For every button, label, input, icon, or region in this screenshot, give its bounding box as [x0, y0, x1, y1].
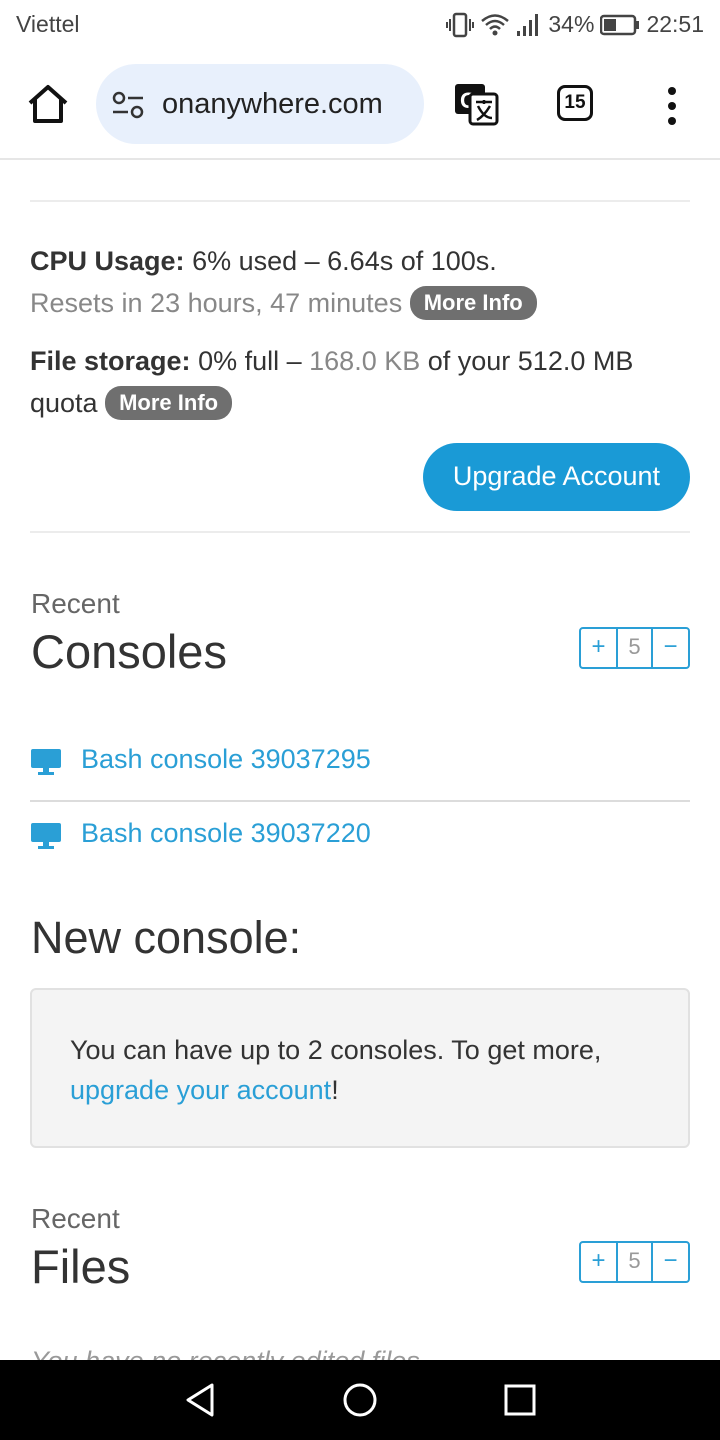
console-limit-text: You can have up to 2 consoles. To get mo…: [70, 1030, 670, 1110]
monitor-icon: [31, 823, 61, 849]
address-bar[interactable]: onanywhere.com: [96, 64, 424, 144]
files-recent-label: Recent: [31, 1203, 120, 1234]
console-limit-message: You can have up to 2 consoles. To get mo…: [70, 1035, 602, 1065]
console-link[interactable]: Bash console 39037220: [81, 818, 371, 849]
divider: [30, 531, 690, 533]
site-settings-icon[interactable]: [112, 90, 144, 120]
status-bar: Viettel 34% 22:51: [0, 0, 720, 50]
consoles-count-stepper: + 5 −: [579, 627, 690, 669]
wifi-icon: [481, 13, 510, 35]
storage-total: of your 512.0 MB: [427, 346, 634, 376]
consoles-increase-button[interactable]: +: [581, 629, 616, 667]
storage-line: File storage: 0% full – 168.0 KB of your…: [30, 346, 633, 377]
tab-switcher-button[interactable]: 15: [557, 85, 593, 121]
divider: [30, 200, 690, 202]
storage-label: File storage:: [30, 346, 191, 376]
upgrade-account-button[interactable]: Upgrade Account: [423, 443, 690, 511]
new-console-heading: New console:: [31, 912, 302, 963]
cpu-reset-text: Resets in 23 hours, 47 minutes: [30, 288, 403, 318]
url-text: onanywhere.com: [162, 88, 383, 120]
status-icons: 34% 22:51: [446, 11, 704, 38]
back-icon[interactable]: [182, 1382, 218, 1418]
battery-icon: [600, 14, 640, 35]
files-decrease-button[interactable]: −: [653, 1243, 688, 1281]
battery-percent: 34%: [548, 11, 595, 37]
consoles-recent-label: Recent: [31, 588, 120, 619]
consoles-decrease-button[interactable]: −: [653, 629, 688, 667]
files-increase-button[interactable]: +: [581, 1243, 616, 1281]
page-content: CPU Usage: 6% used – 6.64s of 100s. Rese…: [0, 162, 720, 1360]
monitor-icon: [31, 749, 61, 775]
console-link[interactable]: Bash console 39037295: [81, 744, 371, 775]
consoles-title: Consoles: [31, 625, 227, 678]
storage-quota-word: quota: [30, 388, 98, 418]
cpu-usage-label: CPU Usage:: [30, 246, 185, 276]
console-list-item[interactable]: Bash console 39037220: [30, 808, 690, 868]
home-icon[interactable]: [26, 82, 70, 126]
files-count-stepper: + 5 −: [579, 1241, 690, 1283]
carrier-name: Viettel: [16, 11, 80, 37]
browser-toolbar: onanywhere.com G 15: [0, 50, 720, 160]
files-count-value: 5: [616, 1243, 653, 1281]
cpu-usage-line: CPU Usage: 6% used – 6.64s of 100s.: [30, 246, 497, 277]
cpu-usage-value: 6% used – 6.64s of 100s.: [192, 246, 497, 276]
home-nav-icon[interactable]: [342, 1382, 378, 1418]
vibrate-icon: [446, 12, 475, 37]
storage-more-info-button[interactable]: More Info: [105, 386, 233, 420]
signal-icon: [517, 13, 539, 36]
no-recent-files-text: You have no recently edited files.: [31, 1346, 427, 1360]
clock: 22:51: [646, 11, 704, 37]
console-limit-notice: You can have up to 2 consoles. To get mo…: [30, 988, 690, 1148]
system-navigation-bar: [0, 1360, 720, 1440]
cpu-reset-line: Resets in 23 hours, 47 minutes More Info: [30, 286, 537, 320]
cpu-more-info-button[interactable]: More Info: [409, 286, 537, 320]
recents-icon[interactable]: [502, 1382, 538, 1418]
consoles-count-value: 5: [616, 629, 653, 667]
divider: [30, 800, 690, 802]
storage-used: 168.0 KB: [309, 346, 421, 376]
console-list-item[interactable]: Bash console 39037295: [30, 734, 690, 794]
storage-quota-line: quota More Info: [30, 386, 233, 420]
upgrade-account-link[interactable]: upgrade your account: [70, 1075, 331, 1105]
console-limit-exclamation: !: [331, 1075, 339, 1105]
more-options-icon[interactable]: [662, 86, 682, 126]
files-title: Files: [31, 1240, 131, 1293]
translate-icon[interactable]: G: [452, 80, 500, 128]
storage-full: 0% full –: [198, 346, 302, 376]
